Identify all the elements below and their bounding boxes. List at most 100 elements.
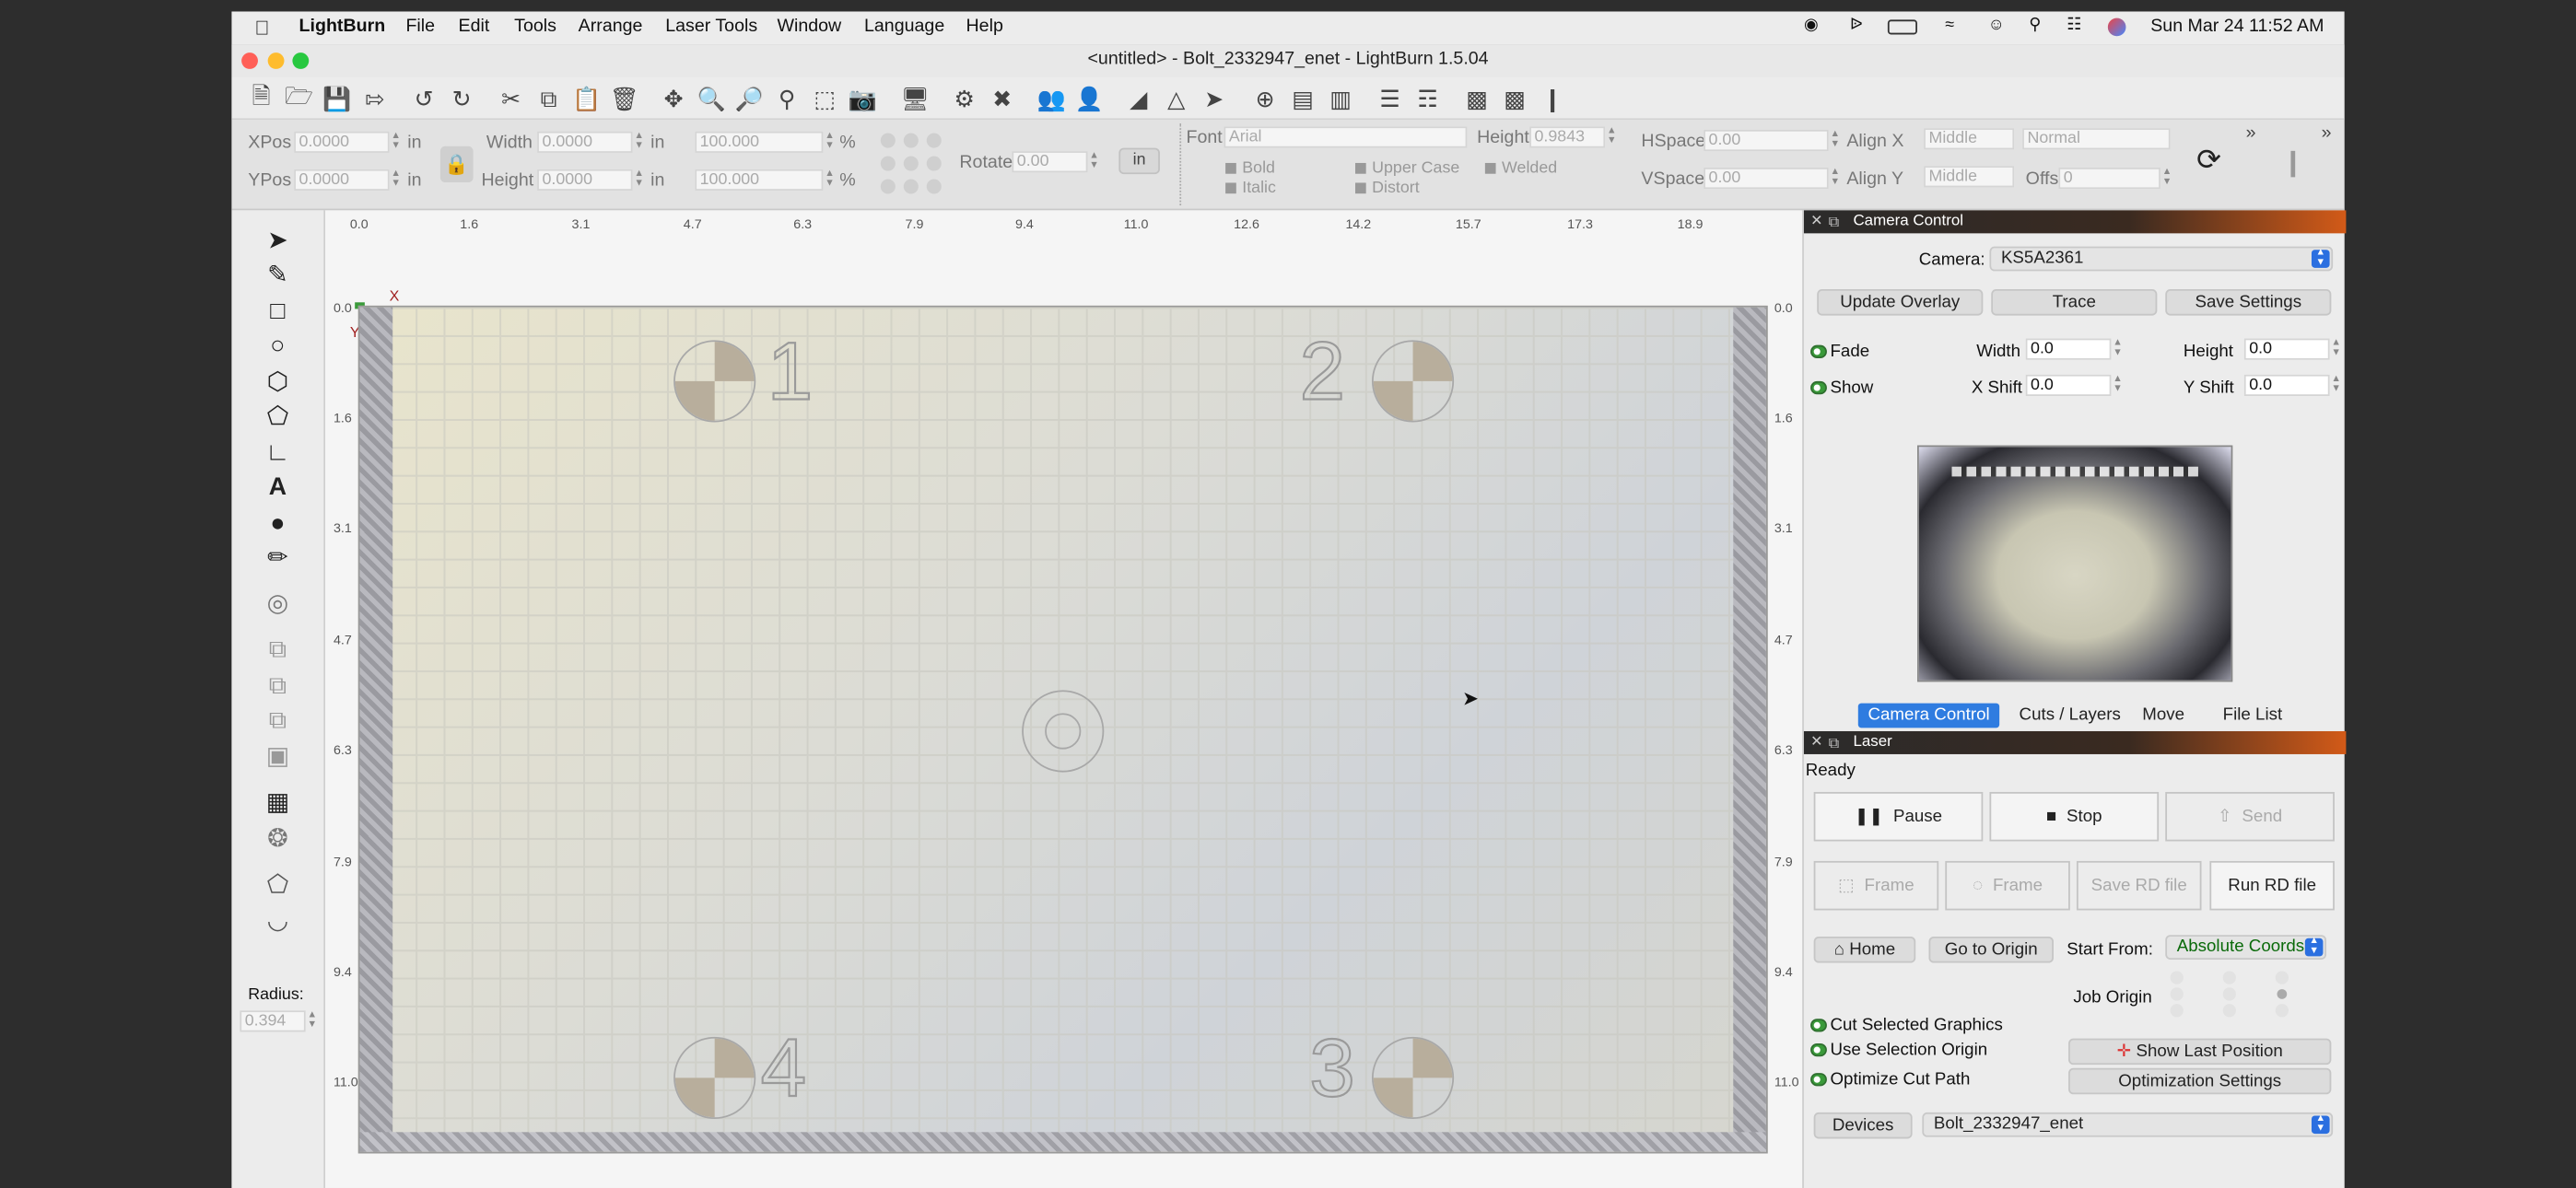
origin-dot[interactable]: [2170, 987, 2184, 1001]
save-file-icon[interactable]: 💾: [322, 84, 352, 113]
undo-icon[interactable]: ↺: [409, 84, 439, 113]
align-horizontal-icon[interactable]: ▥: [1326, 84, 1355, 113]
dock-icon[interactable]: ❙: [1538, 84, 1567, 113]
boolean-union-icon[interactable]: ⧉: [262, 669, 295, 702]
zoom-page-icon[interactable]: 🔎: [734, 84, 764, 113]
origin-dot[interactable]: [2170, 1004, 2184, 1018]
origin-dot[interactable]: [2222, 971, 2236, 984]
anchor-grid[interactable]: [880, 133, 942, 196]
bluetooth-icon[interactable]: ᐉ: [1850, 17, 1863, 35]
position-pin-icon[interactable]: ●: [262, 507, 295, 540]
menu-help[interactable]: Help: [966, 17, 1003, 36]
paste-icon[interactable]: 📋: [572, 84, 602, 113]
cut-selected-graphics-toggle[interactable]: [1810, 1019, 1827, 1032]
font-select[interactable]: Arial: [1224, 126, 1468, 148]
origin-dot[interactable]: [2222, 1004, 2236, 1018]
offset-stepper[interactable]: ▲ ▼: [2160, 168, 2173, 189]
wifi-icon[interactable]: ≈: [1945, 17, 1954, 35]
font-height-input[interactable]: 0.9843: [1529, 126, 1606, 148]
origin-dot[interactable]: [2222, 987, 2236, 1001]
origin-dot[interactable]: [2275, 971, 2289, 984]
fillet-tool-icon[interactable]: ◡: [262, 903, 295, 937]
height-stepper[interactable]: ▲ ▼: [633, 169, 646, 191]
ellipse-tool-icon[interactable]: ○: [262, 329, 295, 362]
y-shift-stepper[interactable]: ▲ ▼: [2330, 375, 2343, 396]
close-panel-icon[interactable]: ✕: [1810, 734, 1825, 750]
offset-input[interactable]: 0: [2058, 167, 2160, 190]
align-vertical-icon[interactable]: ▤: [1288, 84, 1317, 113]
rotate-stepper[interactable]: ▲ ▼: [1087, 151, 1100, 172]
menu-app[interactable]: LightBurn: [299, 17, 386, 36]
camera-select[interactable]: KS5A2361 ▲ ▼: [1989, 246, 2334, 272]
open-file-icon[interactable]: 🗁: [284, 82, 313, 113]
mirror-icon[interactable]: △: [1162, 84, 1191, 113]
float-panel-icon[interactable]: ⧉: [1829, 210, 1839, 233]
optimize-cut-path-toggle[interactable]: [1810, 1073, 1827, 1087]
scale-height-input[interactable]: 100.000: [695, 169, 824, 191]
space-h-icon[interactable]: ▩: [1462, 84, 1492, 113]
home-button[interactable]: ⌂ Home: [1813, 936, 1916, 963]
siri-icon[interactable]: [2107, 17, 2126, 37]
ungroup-icon[interactable]: 👤: [1074, 84, 1104, 113]
xpos-stepper[interactable]: ▲ ▼: [390, 132, 403, 153]
control-center-icon[interactable]: ☷: [2067, 17, 2081, 35]
user-icon[interactable]: ☺: [1988, 17, 2005, 35]
offset-tool-icon[interactable]: ◎: [262, 587, 295, 620]
canvas-area[interactable]: 0.0 1.6 3.1 4.7 6.3 7.9 9.4 11.0 12.6 14…: [325, 210, 1803, 1188]
apple-icon[interactable]: : [254, 17, 269, 40]
line-tool-icon[interactable]: ∟: [262, 436, 295, 469]
record-icon[interactable]: ◉: [1804, 17, 1819, 35]
circular-array-icon[interactable]: ❂: [262, 821, 295, 855]
hspace-input[interactable]: 0.00: [1704, 129, 1829, 152]
hspace-stepper[interactable]: ▲ ▼: [1829, 130, 1842, 151]
stop-button[interactable]: ■ Stop: [1989, 791, 2160, 842]
upper-case-checkbox[interactable]: ◼ Upper Case: [1353, 159, 1459, 178]
anchor-dot[interactable]: [903, 156, 919, 171]
anchor-dot[interactable]: [903, 179, 919, 194]
select-tool-icon[interactable]: ➤: [262, 224, 295, 257]
menu-file[interactable]: File: [405, 17, 435, 36]
rotate-icon[interactable]: ➤: [1200, 84, 1229, 113]
vspace-stepper[interactable]: ▲ ▼: [1829, 168, 1842, 189]
dock-panel-icon[interactable]: ❙: [2282, 146, 2304, 180]
frame-rect-button[interactable]: ⬚ Frame: [1813, 860, 1939, 911]
text-mode-select[interactable]: Normal: [2022, 128, 2171, 150]
tab-camera-control[interactable]: Camera Control: [1857, 703, 2000, 728]
scale-height-stepper[interactable]: ▲ ▼: [823, 169, 836, 191]
rotate-input[interactable]: 0.00: [1012, 151, 1088, 173]
anchor-dot[interactable]: [880, 133, 896, 148]
save-rd-file-button[interactable]: Save RD file: [2076, 860, 2202, 911]
camera-capture-icon[interactable]: 📷: [848, 84, 877, 113]
new-file-icon[interactable]: 🗎: [246, 82, 275, 113]
bold-checkbox[interactable]: ◼ Bold: [1224, 159, 1274, 178]
height-input[interactable]: 0.0000: [537, 169, 633, 191]
radius-input[interactable]: 0.394: [240, 1010, 306, 1032]
polygon-tool-icon[interactable]: ⬡: [262, 365, 295, 398]
x-shift-input[interactable]: 0.0: [2025, 374, 2112, 396]
boolean-subtract-icon[interactable]: ⧉: [262, 704, 295, 737]
update-overlay-button[interactable]: Update Overlay: [1817, 289, 1984, 316]
ypos-input[interactable]: 0.0000: [294, 169, 390, 191]
width-input[interactable]: 0.0000: [537, 131, 633, 153]
anchor-dot[interactable]: [880, 156, 896, 171]
cut-icon[interactable]: ✂: [497, 84, 526, 113]
font-height-stepper[interactable]: ▲ ▼: [1605, 126, 1618, 147]
origin-dot[interactable]: [2275, 1004, 2289, 1018]
send-button[interactable]: ⇧ Send: [2165, 791, 2335, 842]
width-stepper[interactable]: ▲ ▼: [633, 132, 646, 153]
battery-icon[interactable]: [1887, 19, 1917, 35]
spotlight-icon[interactable]: ⚲: [2029, 17, 2041, 35]
xpos-input[interactable]: 0.0000: [294, 131, 390, 153]
anchor-dot[interactable]: [880, 179, 896, 194]
menu-edit[interactable]: Edit: [459, 17, 490, 36]
welded-checkbox[interactable]: ◼ Welded: [1483, 159, 1557, 178]
space-v-icon[interactable]: ▩: [1500, 84, 1529, 113]
distort-checkbox[interactable]: ◼ Distort: [1353, 179, 1419, 197]
import-icon[interactable]: ⇰: [360, 84, 390, 113]
monitor-icon[interactable]: 🖥: [900, 84, 930, 113]
measure-tool-icon[interactable]: ✏: [262, 541, 295, 574]
run-rd-file-button[interactable]: Run RD file: [2209, 860, 2335, 911]
anchor-dot[interactable]: [926, 156, 942, 171]
redo-icon[interactable]: ↻: [447, 84, 476, 113]
go-to-origin-button[interactable]: Go to Origin: [1928, 936, 2054, 963]
